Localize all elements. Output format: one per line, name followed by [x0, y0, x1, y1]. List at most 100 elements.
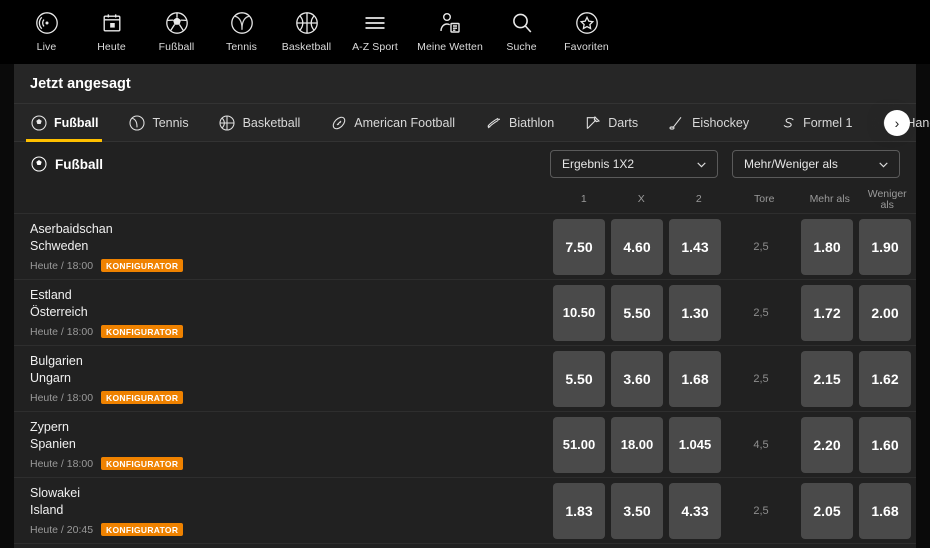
nav-item-live[interactable]: Live	[14, 10, 79, 53]
odd-button-1[interactable]: 5.50	[553, 350, 605, 407]
odd-button-1[interactable]: 51.00	[553, 416, 605, 473]
table-row[interactable]: Aserbaidschan Schweden Heute / 18:00 KON…	[14, 214, 916, 280]
nav-item-basketball[interactable]: Basketball	[274, 10, 339, 53]
odd-cell-x: 4.60	[608, 218, 666, 275]
tab-label: Darts	[608, 115, 639, 130]
nav-item-meine-wetten[interactable]: Meine Wetten	[411, 10, 489, 53]
odd-cell-mehr: 1.80	[798, 218, 856, 275]
match-time: Heute / 18:00	[30, 391, 94, 404]
american-football-icon	[330, 114, 347, 131]
odd-button-2[interactable]: 1.30	[669, 284, 721, 341]
odd-button-weniger-als[interactable]: 1.68	[859, 482, 911, 539]
tab-basketball[interactable]: Basketball	[219, 104, 315, 141]
odd-cell-1: 7.50	[550, 218, 608, 275]
odd-button-mehr-als[interactable]: 1.80	[801, 218, 853, 275]
page-title: Jetzt angesagt	[30, 75, 131, 92]
nav-item-label: Favoriten	[564, 41, 609, 53]
tab-fussball[interactable]: Fußball	[25, 104, 112, 142]
odd-button-mehr-als[interactable]: 1.72	[801, 284, 853, 341]
column-header-x: X	[637, 193, 645, 205]
tab-american-football[interactable]: American Football	[330, 104, 469, 141]
darts-icon	[584, 114, 601, 131]
match-info[interactable]: Slowakei Island Heute / 20:45 KONFIGURAT…	[30, 485, 550, 536]
odd-button-1[interactable]: 10.50	[553, 284, 605, 341]
match-info[interactable]: Aserbaidschan Schweden Heute / 18:00 KON…	[30, 221, 550, 272]
table-row[interactable]: Bulgarien Ungarn Heute / 18:00 KONFIGURA…	[14, 346, 916, 412]
basketball-icon	[294, 10, 320, 36]
odd-cell-mehr: 2.20	[798, 416, 856, 473]
tab-formel-1[interactable]: Formel 1	[779, 104, 866, 141]
nav-item-favoriten[interactable]: Favoriten	[554, 10, 619, 53]
odd-button-2[interactable]: 1.43	[669, 218, 721, 275]
match-info[interactable]: Estland Österreich Heute / 18:00 KONFIGU…	[30, 287, 550, 338]
basketball-icon	[219, 114, 236, 131]
tab-tennis[interactable]: Tennis	[128, 104, 202, 141]
status-badge[interactable]: KONFIGURATOR	[101, 391, 184, 404]
match-info[interactable]: Zypern Spanien Heute / 18:00 KONFIGURATO…	[30, 419, 550, 470]
status-badge[interactable]: KONFIGURATOR	[101, 523, 184, 536]
odd-button-weniger-als[interactable]: 1.90	[859, 218, 911, 275]
formula-one-icon	[779, 114, 796, 131]
tab-label: Eishockey	[692, 115, 750, 130]
page-body: Jetzt angesagt Fußball Tennis Basketball…	[0, 64, 930, 548]
odd-cell-2: 1.045	[666, 416, 724, 473]
nav-item-tennis[interactable]: Tennis	[209, 10, 274, 53]
odd-button-x[interactable]: 5.50	[611, 284, 663, 341]
away-team: Ungarn	[30, 371, 71, 385]
match-meta: Heute / 20:45 KONFIGURATOR	[30, 523, 550, 536]
nav-item-label: Tennis	[226, 41, 257, 53]
odd-cell-1: 10.50	[550, 284, 608, 341]
left-gutter	[0, 64, 14, 548]
odd-button-mehr-als[interactable]: 2.15	[801, 350, 853, 407]
odd-button-x[interactable]: 3.50	[611, 482, 663, 539]
ice-hockey-icon	[668, 114, 685, 131]
table-row[interactable]: Estland Österreich Heute / 18:00 KONFIGU…	[14, 280, 916, 346]
nav-item-suche[interactable]: Suche	[489, 10, 554, 53]
search-icon	[509, 10, 535, 36]
odd-cell-1: 51.00	[550, 416, 608, 473]
home-team: Estland	[30, 288, 72, 302]
odd-button-x[interactable]: 3.60	[611, 350, 663, 407]
odd-button-1[interactable]: 1.83	[553, 482, 605, 539]
tabs-next-arrow-button[interactable]: ›	[884, 109, 910, 136]
odd-button-2[interactable]: 1.68	[669, 350, 721, 407]
odd-button-weniger-als[interactable]: 1.62	[859, 350, 911, 407]
match-info[interactable]: Bulgarien Ungarn Heute / 18:00 KONFIGURA…	[30, 353, 550, 404]
tab-eishockey[interactable]: Eishockey	[668, 104, 763, 141]
odd-cell-2: 1.68	[666, 350, 724, 407]
odd-button-weniger-als[interactable]: 1.60	[859, 416, 911, 473]
status-badge[interactable]: KONFIGURATOR	[101, 325, 184, 338]
odd-cell-2: 1.43	[666, 218, 724, 275]
market-dropdown-over-under[interactable]: Mehr/Weniger als	[732, 150, 900, 178]
odd-cell-x: 3.50	[608, 482, 666, 539]
odd-button-2[interactable]: 4.33	[669, 482, 721, 539]
tab-darts[interactable]: Darts	[584, 104, 652, 141]
market-dropdown-1x2[interactable]: Ergebnis 1X2	[550, 150, 718, 178]
table-row[interactable]: Zypern Spanien Heute / 18:00 KONFIGURATO…	[14, 412, 916, 478]
match-meta: Heute / 18:00 KONFIGURATOR	[30, 325, 550, 338]
headline-bar: Jetzt angesagt	[14, 64, 916, 104]
nav-item-fussball[interactable]: Fußball	[144, 10, 209, 53]
odd-button-weniger-als[interactable]: 2.00	[859, 284, 911, 341]
status-badge[interactable]: KONFIGURATOR	[101, 457, 184, 470]
soccer-ball-icon	[30, 156, 47, 173]
column-header-2: 2	[695, 193, 702, 205]
soccer-ball-icon	[164, 10, 190, 36]
nav-item-heute[interactable]: Heute	[79, 10, 144, 53]
odd-button-mehr-als[interactable]: 2.05	[801, 482, 853, 539]
nav-item-label: Fußball	[158, 41, 195, 53]
odd-button-mehr-als[interactable]: 2.20	[801, 416, 853, 473]
table-row[interactable]: Slowakei Island Heute / 20:45 KONFIGURAT…	[14, 478, 916, 544]
odd-cell-2: 4.33	[666, 482, 724, 539]
status-badge[interactable]: KONFIGURATOR	[101, 259, 184, 272]
tab-label: Biathlon	[509, 115, 555, 130]
odd-button-2[interactable]: 1.045	[669, 416, 721, 473]
home-team: Bulgarien	[30, 354, 83, 368]
tab-biathlon[interactable]: Biathlon	[485, 104, 568, 141]
odd-button-1[interactable]: 7.50	[553, 218, 605, 275]
odd-button-x[interactable]: 18.00	[611, 416, 663, 473]
odd-button-x[interactable]: 4.60	[611, 218, 663, 275]
nav-item-az-sport[interactable]: A-Z Sport	[339, 10, 411, 53]
tab-label: American Football	[354, 115, 456, 130]
tab-label: Fußball	[54, 115, 99, 130]
